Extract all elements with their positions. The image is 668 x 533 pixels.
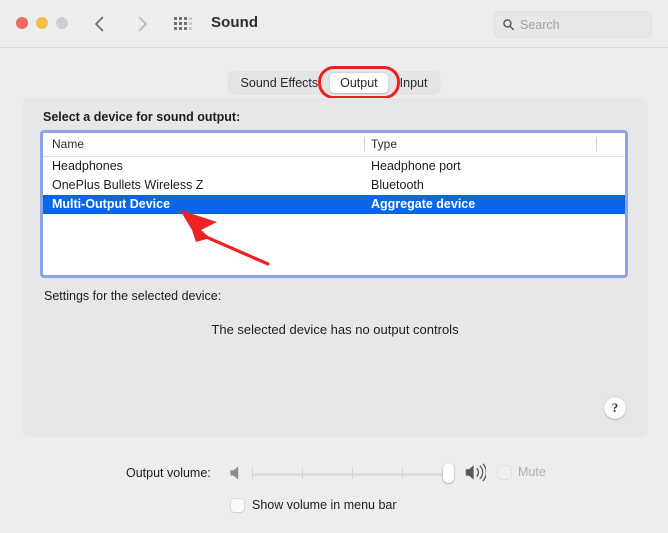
no-output-controls-message: The selected device has no output contro… bbox=[22, 322, 648, 337]
slider-tick bbox=[252, 468, 253, 479]
column-divider[interactable] bbox=[596, 137, 597, 152]
table-row[interactable]: Headphones Headphone port bbox=[43, 157, 625, 176]
device-name: OnePlus Bullets Wireless Z bbox=[52, 178, 203, 192]
column-divider[interactable] bbox=[364, 137, 365, 152]
device-name: Multi-Output Device bbox=[52, 197, 170, 211]
search-placeholder: Search bbox=[520, 18, 560, 32]
speaker-low-icon bbox=[229, 465, 243, 481]
table-row[interactable]: OnePlus Bullets Wireless Z Bluetooth bbox=[43, 176, 625, 195]
mute-label: Mute bbox=[518, 465, 546, 479]
device-table[interactable]: Name Type Headphones Headphone port OneP… bbox=[40, 130, 628, 278]
show-volume-in-menu-bar-row[interactable]: Show volume in menu bar bbox=[231, 498, 397, 512]
app-grid-icon[interactable] bbox=[174, 17, 191, 30]
device-list-label: Select a device for sound output: bbox=[43, 110, 240, 124]
tab-input[interactable]: Input bbox=[389, 73, 439, 93]
back-icon[interactable] bbox=[88, 12, 112, 36]
settings-label: Settings for the selected device: bbox=[44, 289, 221, 303]
column-header-type[interactable]: Type bbox=[371, 137, 397, 151]
tab-sound-effects[interactable]: Sound Effects bbox=[230, 73, 330, 93]
mute-checkbox[interactable] bbox=[498, 466, 511, 479]
forward-icon[interactable] bbox=[130, 12, 154, 36]
show-volume-label: Show volume in menu bar bbox=[252, 498, 397, 512]
maximize-button[interactable] bbox=[56, 17, 68, 29]
page-title: Sound bbox=[211, 14, 258, 31]
sound-preferences-window: Sound Search Sound Effects Output Input … bbox=[0, 0, 668, 533]
tab-bar: Sound Effects Output Input bbox=[228, 71, 441, 95]
window-titlebar: Sound Search bbox=[0, 0, 668, 48]
minimize-button[interactable] bbox=[36, 17, 48, 29]
slider-tick bbox=[402, 468, 403, 479]
help-button[interactable]: ? bbox=[604, 397, 626, 419]
mute-checkbox-row[interactable]: Mute bbox=[498, 465, 546, 479]
device-type: Aggregate device bbox=[371, 197, 475, 211]
output-volume-label: Output volume: bbox=[126, 466, 211, 480]
window-controls bbox=[16, 17, 68, 29]
device-type: Headphone port bbox=[371, 159, 461, 173]
column-header-name[interactable]: Name bbox=[52, 137, 84, 151]
slider-tick bbox=[352, 468, 353, 479]
device-name: Headphones bbox=[52, 159, 123, 173]
speaker-high-icon bbox=[464, 463, 486, 482]
search-input[interactable]: Search bbox=[494, 11, 652, 38]
close-button[interactable] bbox=[16, 17, 28, 29]
search-icon bbox=[502, 18, 515, 31]
table-row-selected[interactable]: Multi-Output Device Aggregate device bbox=[43, 195, 625, 214]
slider-track[interactable] bbox=[252, 473, 454, 476]
slider-tick bbox=[302, 468, 303, 479]
output-volume-slider[interactable] bbox=[252, 472, 454, 476]
device-type: Bluetooth bbox=[371, 178, 424, 192]
tab-output[interactable]: Output bbox=[329, 73, 389, 93]
device-table-header: Name Type bbox=[43, 133, 625, 157]
slider-knob[interactable] bbox=[443, 463, 454, 483]
show-volume-checkbox[interactable] bbox=[231, 499, 244, 512]
